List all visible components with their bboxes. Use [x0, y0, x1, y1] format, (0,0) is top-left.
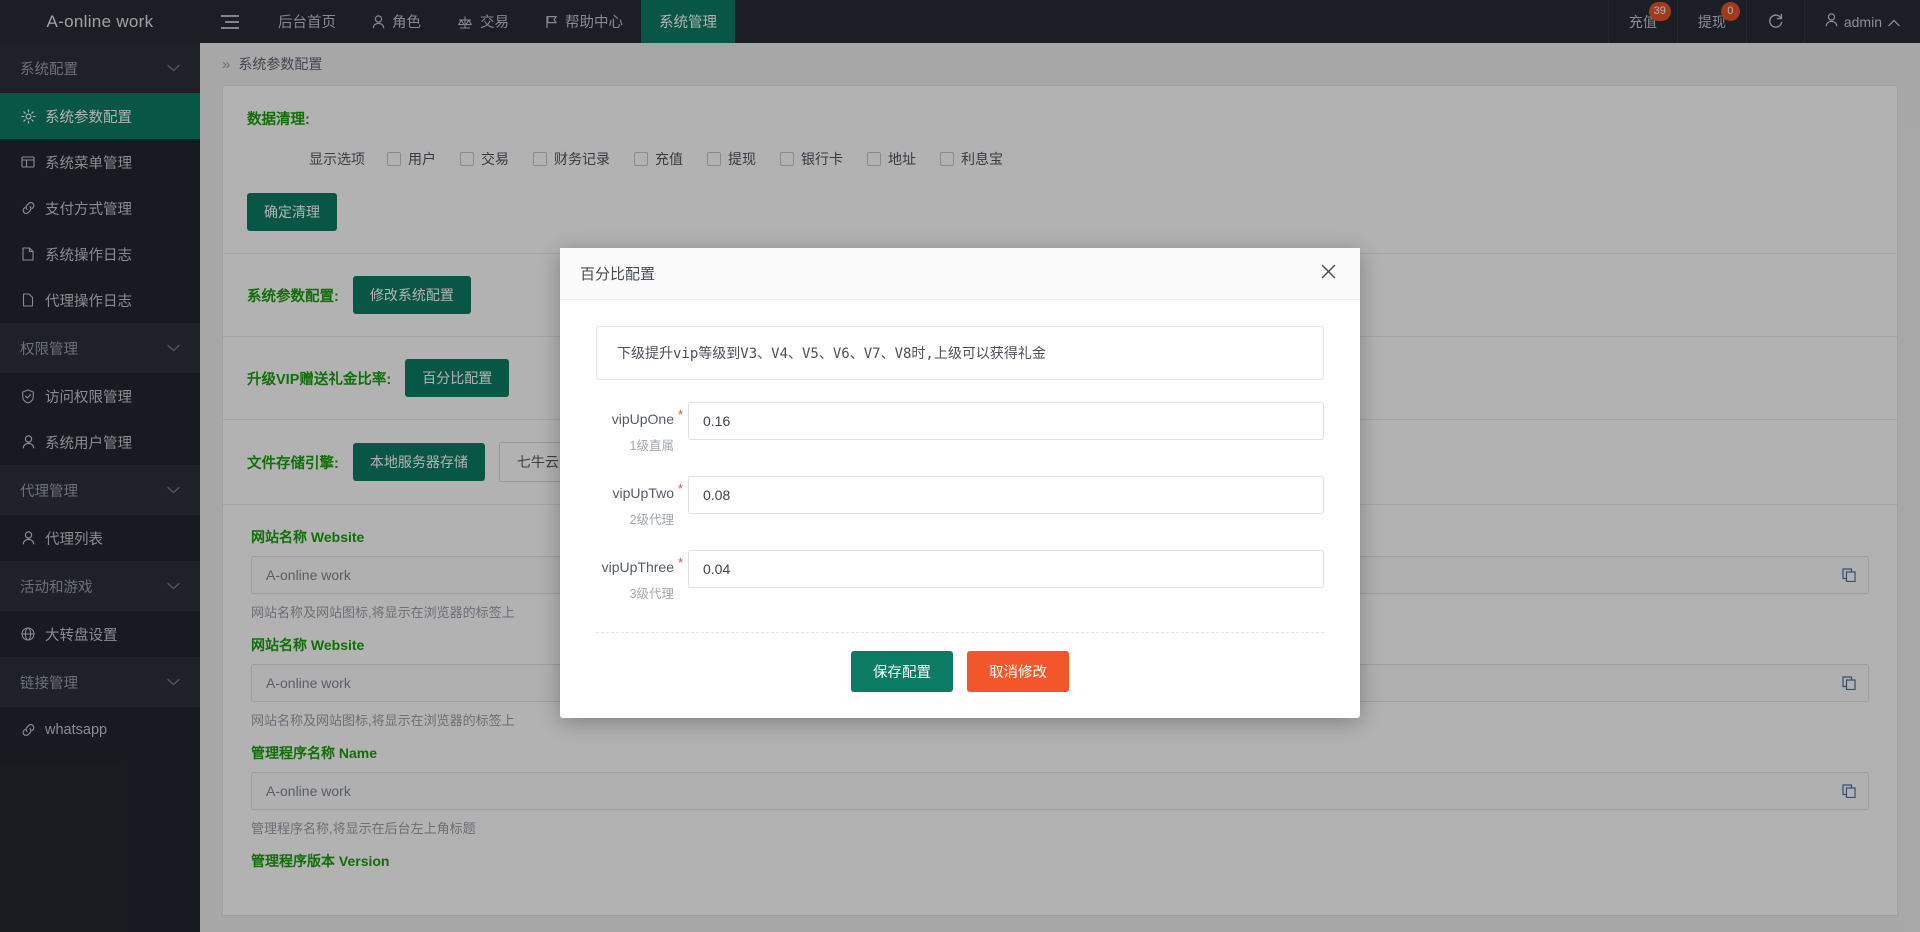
field-value: 0.08	[703, 487, 730, 503]
app-root: A-online work 后台首页 角色 交易	[0, 0, 1920, 932]
cancel-changes-button[interactable]: 取消修改	[967, 651, 1069, 692]
required-marker: *	[678, 407, 683, 422]
field-label-wrap: vipUpOne * 1级直属	[596, 402, 688, 454]
modal-title: 百分比配置	[580, 263, 655, 284]
modal-body: 下级提升vip等级到V3、V4、V5、V6、V7、V8时,上级可以获得礼金 vi…	[560, 300, 1360, 632]
required-marker: *	[678, 481, 683, 496]
field-label-wrap: vipUpThree * 3级代理	[596, 550, 688, 602]
modal-field-row-vipupone: vipUpOne * 1级直属 0.16	[596, 402, 1324, 454]
field-sublabel: 3级代理	[596, 583, 674, 602]
field-sublabel: 2级代理	[596, 509, 674, 528]
field-label: vipUpThree	[602, 559, 674, 575]
vipupone-input[interactable]: 0.16	[688, 402, 1324, 440]
field-value: 0.04	[703, 561, 730, 577]
field-label: vipUpTwo	[613, 485, 674, 501]
modal-description: 下级提升vip等级到V3、V4、V5、V6、V7、V8时,上级可以获得礼金	[596, 326, 1324, 380]
percentage-config-modal: 百分比配置 下级提升vip等级到V3、V4、V5、V6、V7、V8时,上级可以获…	[560, 248, 1360, 718]
required-marker: *	[678, 555, 683, 570]
field-label: vipUpOne	[612, 411, 674, 427]
close-icon[interactable]	[1317, 260, 1340, 287]
field-sublabel: 1级直属	[596, 435, 674, 454]
modal-header: 百分比配置	[560, 248, 1360, 300]
save-config-button[interactable]: 保存配置	[851, 651, 953, 692]
modal-field-row-vipupthree: vipUpThree * 3级代理 0.04	[596, 550, 1324, 602]
vipupthree-input[interactable]: 0.04	[688, 550, 1324, 588]
vipuptwo-input[interactable]: 0.08	[688, 476, 1324, 514]
field-value: 0.16	[703, 413, 730, 429]
modal-field-row-vipuptwo: vipUpTwo * 2级代理 0.08	[596, 476, 1324, 528]
field-label-wrap: vipUpTwo * 2级代理	[596, 476, 688, 528]
modal-footer: 保存配置 取消修改	[596, 632, 1324, 718]
